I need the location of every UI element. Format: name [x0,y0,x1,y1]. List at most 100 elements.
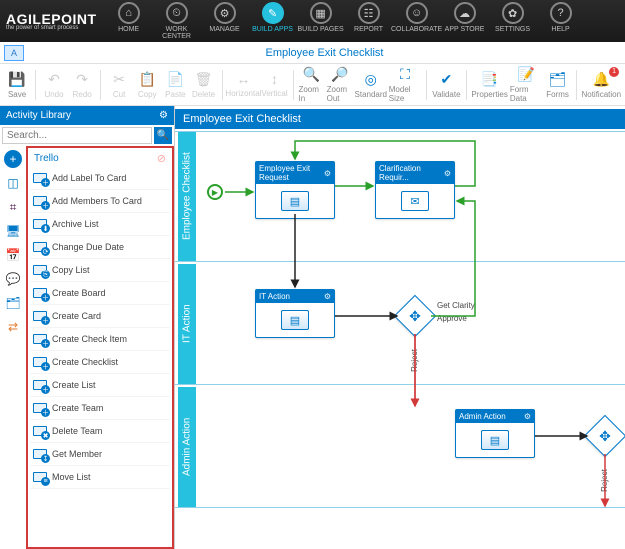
toolbar-delete-button[interactable]: 🗑 Delete [190,67,216,103]
page-title: Employee Exit Checklist [24,47,625,59]
gear-icon[interactable]: ⚙ [324,169,331,178]
strip-cards-icon[interactable]: 🗂 [4,294,22,312]
search-button[interactable]: 🔍 [154,127,172,144]
activity-icon: ≡ [32,470,48,484]
gateway-1[interactable] [394,295,436,337]
node-employee-exit-request[interactable]: Employee Exit Request⚙ ▤ [255,161,335,219]
activity-create-checklist[interactable]: ＋Create Checklist [30,351,170,374]
mail-icon: ✉ [401,191,429,211]
activity-archive-list[interactable]: ⬇Archive List [30,213,170,236]
gear-icon[interactable]: ⚙ [324,292,331,301]
toolbar-forms-button[interactable]: 🗂Forms [545,67,571,103]
nav-settings[interactable]: ✿SETTINGS [489,2,537,40]
activity-label: Create Check Item [52,334,127,344]
strip-flow-icon[interactable]: ⇄ [4,318,22,336]
lane-admin-action[interactable]: Admin Action [178,387,196,507]
activity-create-list[interactable]: ＋Create List [30,374,170,397]
toolbar-label: Undo [44,90,63,99]
toolbar-label: Forms [546,90,569,99]
toolbar-copy-button[interactable]: 📋Copy [134,67,160,103]
toolbar-paste-button[interactable]: 📄Paste [162,67,188,103]
edge-label-approve: Approve [437,314,467,323]
toolbar-label: Form Data [510,85,543,103]
activity-copy-list[interactable]: ⎘Copy List [30,259,170,282]
lane-employee-checklist[interactable]: Employee Checklist [178,131,196,261]
toolbar-horizontal-button[interactable]: ↔Horizontal [227,67,259,103]
node-clarification-required[interactable]: Clarification Requir...⚙ ✉ [375,161,455,219]
nav-work-center[interactable]: ⏲WORK CENTER [153,2,201,40]
node-it-action[interactable]: IT Action⚙ ▤ [255,289,335,338]
library-search-row: 🔍 [0,125,174,146]
cut-icon: ✂ [113,71,125,88]
gear-icon[interactable]: ⚙ [524,412,531,421]
toolbar-separator [222,70,223,100]
process-canvas[interactable]: Employee Exit Checklist Employee Checkli… [175,106,625,549]
lane-it-action[interactable]: IT Action [178,264,196,384]
activity-delete-team[interactable]: ✖Delete Team [30,420,170,443]
activity-create-team[interactable]: ＋Create Team [30,397,170,420]
toolbar-zoom-in-button[interactable]: 🔍Zoom In [298,67,324,103]
zoom-out-icon: 🔎 [331,66,348,83]
activity-change-due-date[interactable]: ⟳Change Due Date [30,236,170,259]
nav-home[interactable]: ⌂HOME [105,2,153,40]
toolbar-validate-button[interactable]: ✔Validate [432,67,460,103]
toolbar-separator [426,70,427,100]
activity-icon: ✖ [32,424,48,438]
toolbar-cut-button[interactable]: ✂Cut [106,67,132,103]
nav-manage[interactable]: ⚙MANAGE [201,2,249,40]
nav-icon: ☺ [406,2,428,24]
toolbar-zoom-out-button[interactable]: 🔎Zoom Out [327,67,353,103]
nav-collaborate[interactable]: ☺COLLABORATE [393,2,441,40]
toolbar-properties-button[interactable]: 📑Properties [471,67,507,103]
nav-icon: ☷ [358,2,380,24]
toolbar-notification-button[interactable]: 🔔Notification1 [581,67,621,103]
strip-add-icon[interactable]: + [4,150,22,168]
nav-report[interactable]: ☷REPORT [345,2,393,40]
toolbar-redo-button[interactable]: ↷Redo [69,67,95,103]
tree-category-remove-icon[interactable]: ⊘ [157,152,166,165]
library-body: + ◫ ⌗ 🖥 📅 💬 🗂 ⇄ Trello ⊘ ＋Add Label To Card＋Add… [0,146,174,549]
search-input[interactable] [2,127,152,144]
toolbar-standard-button[interactable]: ◎Standard [355,67,387,103]
activity-get-member[interactable]: ↧Get Member [30,443,170,466]
nav-icon: ▦ [310,2,332,24]
nav-icon: ⌂ [118,2,140,24]
nav-app-store[interactable]: ☁APP STORE [441,2,489,40]
toolbar-vertical-button[interactable]: ↕Vertical [261,67,287,103]
toolbar-label: Delete [192,90,215,99]
activity-create-check-item[interactable]: ＋Create Check Item [30,328,170,351]
toolbar-undo-button[interactable]: ↶Undo [41,67,67,103]
properties-icon: 📑 [481,71,498,88]
gear-icon[interactable]: ⚙ [444,169,451,178]
activity-add-members-to-card[interactable]: ＋Add Members To Card [30,190,170,213]
delete-icon: 🗑 [195,71,213,88]
strip-calendar-icon[interactable]: 📅 [4,246,22,264]
activity-add-label-to-card[interactable]: ＋Add Label To Card [30,167,170,190]
app-tab-icon[interactable]: A [4,45,24,61]
nav-label: HELP [551,26,569,33]
toolbar-model-size-button[interactable]: ⛶Model Size [389,67,422,103]
toolbar-label: Save [8,90,26,99]
strip-slack-icon[interactable]: ⌗ [4,198,22,216]
start-event[interactable]: ▶ [207,184,223,200]
nav-build-pages[interactable]: ▦BUILD PAGES [297,2,345,40]
nav-build-apps[interactable]: ✎BUILD APPS [249,2,297,40]
activity-move-list[interactable]: ≡Move List [30,466,170,489]
toolbar-form-data-button[interactable]: 📝Form Data [510,67,543,103]
strip-monitor-icon[interactable]: 🖥 [4,222,22,240]
library-settings-icon[interactable]: ⚙ [159,110,168,121]
activity-label: Create Card [52,311,101,321]
strip-chat-icon[interactable]: 💬 [4,270,22,288]
nav-help[interactable]: ?HELP [537,2,585,40]
activity-create-board[interactable]: ＋Create Board [30,282,170,305]
toolbar-save-button[interactable]: 💾Save [4,67,30,103]
gateway-2[interactable] [584,415,625,457]
tree-category[interactable]: Trello ⊘ [30,150,170,167]
nav-label: SETTINGS [495,26,530,33]
nav-label: BUILD APPS [252,26,293,33]
toolbar-separator [576,70,577,100]
strip-trello-icon[interactable]: ◫ [4,174,22,192]
activity-create-card[interactable]: ＋Create Card [30,305,170,328]
activity-icon: ⟳ [32,240,48,254]
node-admin-action[interactable]: Admin Action⚙ ▤ [455,409,535,458]
